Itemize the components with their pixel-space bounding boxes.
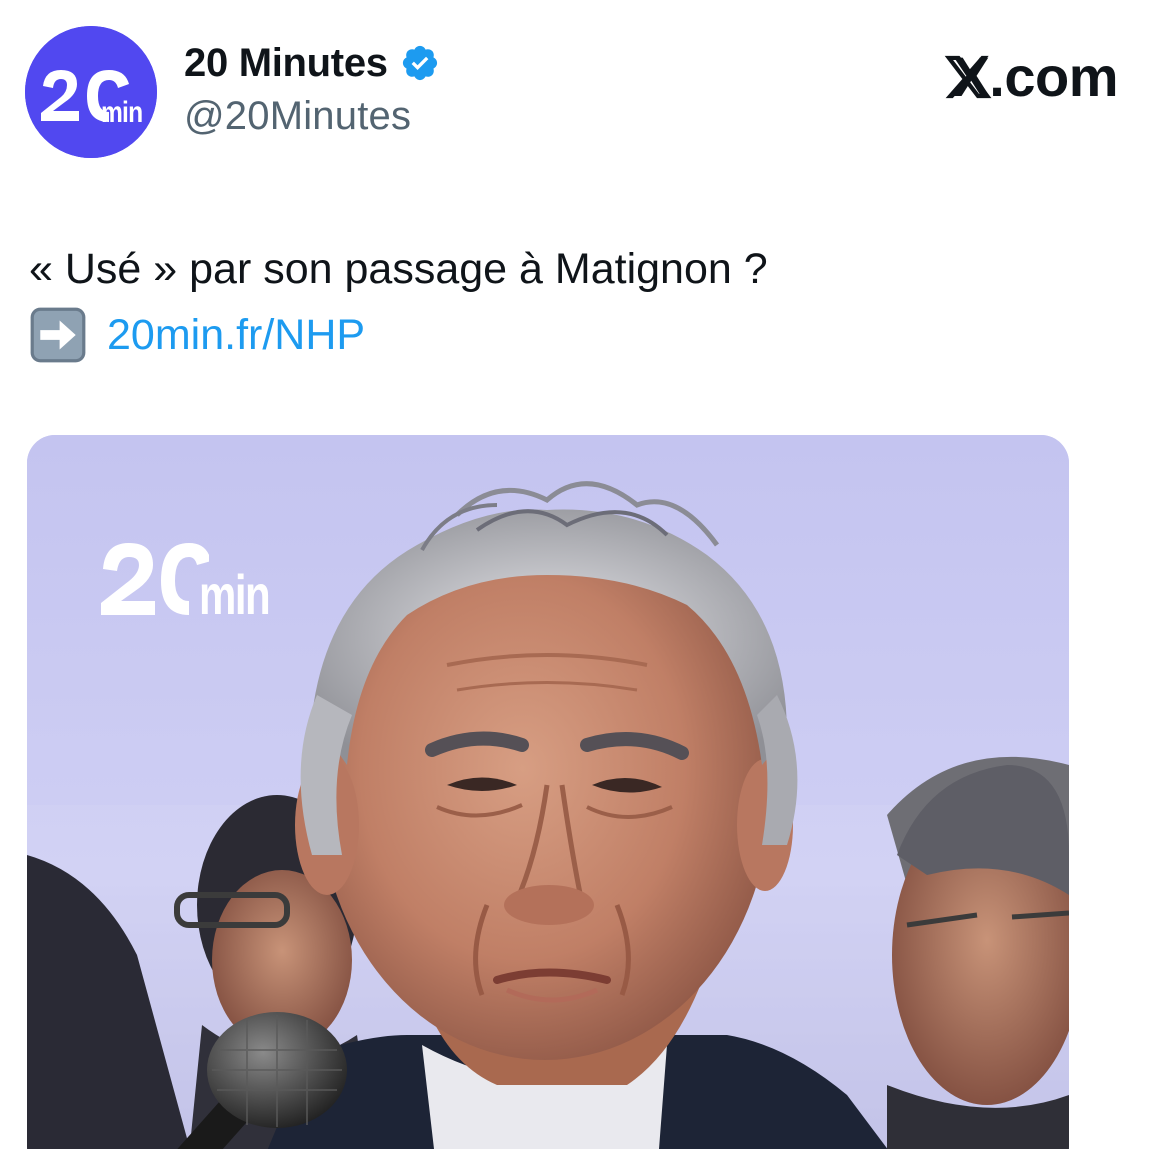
tweet-link[interactable]: 20min.fr/NHP bbox=[107, 302, 365, 368]
x-brand: X.com bbox=[942, 44, 1118, 109]
verified-badge-icon bbox=[402, 45, 437, 81]
account-avatar[interactable]: 20min min bbox=[25, 26, 157, 158]
tweet-text: « Usé » par son passage à Matignon ? 20m… bbox=[29, 236, 768, 368]
avatar-min-label: min bbox=[101, 96, 143, 129]
20-watermark-icon bbox=[101, 543, 209, 615]
x-brand-text: X.com bbox=[952, 45, 1118, 108]
display-name[interactable]: 20 Minutes bbox=[184, 41, 388, 86]
account-handle[interactable]: @20Minutes bbox=[184, 94, 440, 139]
watermark-min-label: min bbox=[199, 563, 271, 626]
20min-logo-icon bbox=[25, 26, 157, 158]
account-identity: 20 Minutes @20Minutes bbox=[184, 40, 440, 139]
watermark-logo: 20min min bbox=[99, 535, 299, 625]
tweet-photo[interactable]: 20min min bbox=[27, 435, 1069, 1149]
tweet-screenshot: 20min min 20 Minutes @20Minutes X.com « … bbox=[0, 0, 1170, 1149]
tweet-text-line: « Usé » par son passage à Matignon ? bbox=[29, 245, 768, 293]
right-arrow-emoji bbox=[30, 307, 86, 363]
